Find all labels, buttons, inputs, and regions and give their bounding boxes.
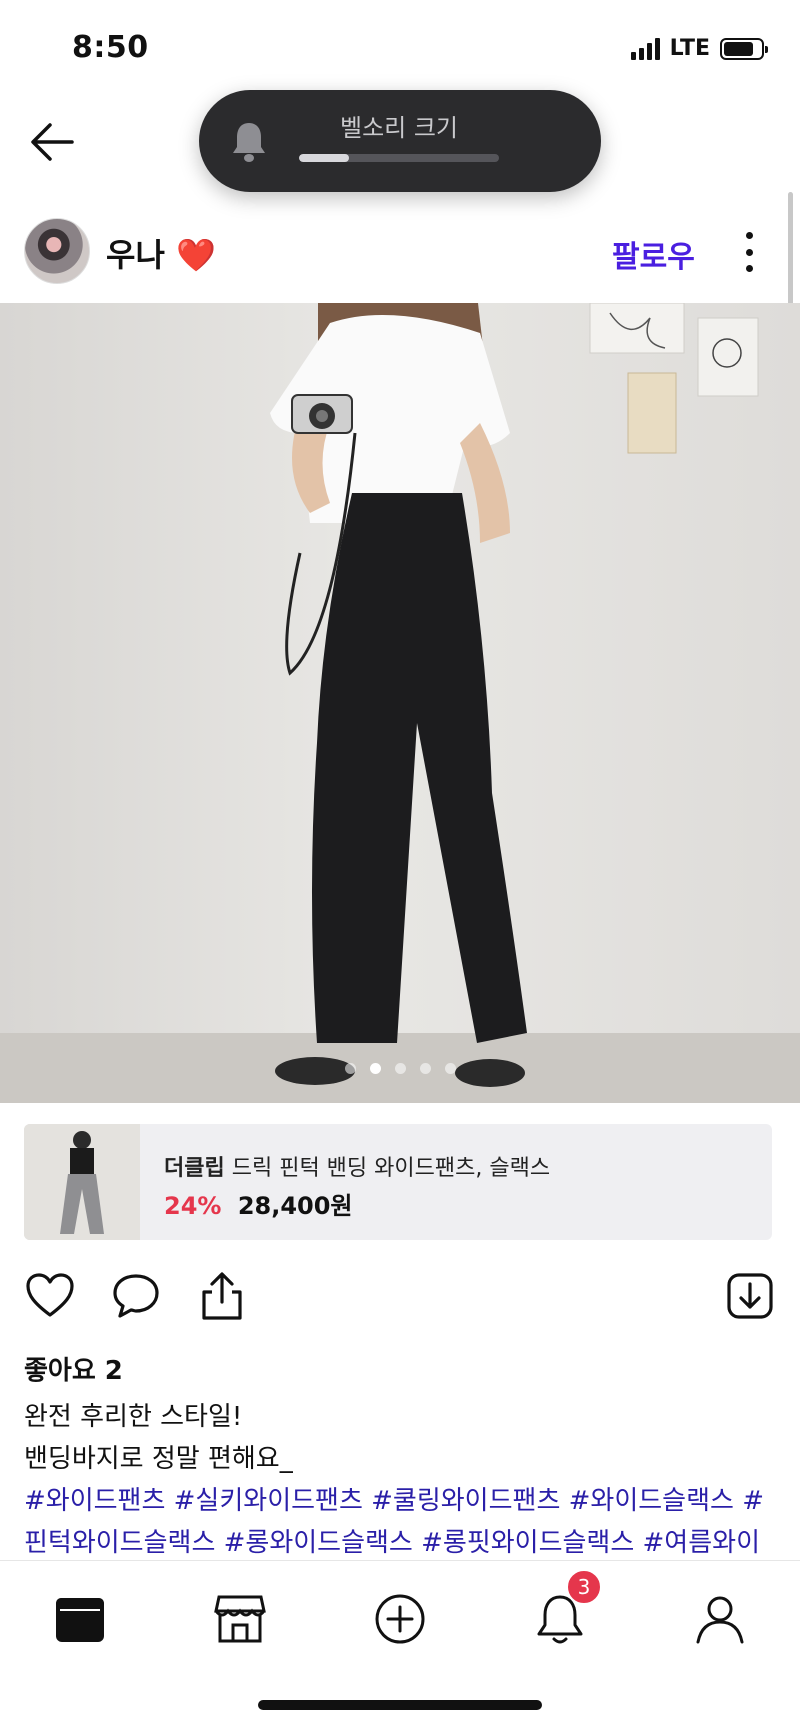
product-title: 더클립 드릭 핀턱 밴딩 와이드팬츠, 슬랙스 bbox=[164, 1150, 550, 1182]
like-count[interactable]: 좋아요 2 bbox=[24, 1350, 123, 1387]
home-indicator bbox=[258, 1700, 542, 1710]
product-price-row: 24% 28,400원 bbox=[164, 1186, 353, 1221]
tab-add[interactable] bbox=[370, 1589, 430, 1649]
comment-icon bbox=[113, 1274, 159, 1318]
scroll-indicator bbox=[788, 192, 793, 310]
network-label: LTE bbox=[669, 36, 710, 61]
tab-store[interactable] bbox=[210, 1589, 270, 1649]
photo-illustration bbox=[0, 303, 800, 1103]
status-right: LTE bbox=[630, 36, 768, 61]
post-actions bbox=[0, 1270, 800, 1330]
more-button[interactable] bbox=[736, 232, 762, 272]
photo-pagination bbox=[0, 1063, 800, 1074]
pagination-dot[interactable] bbox=[419, 1063, 431, 1074]
pagination-dot[interactable] bbox=[344, 1063, 356, 1074]
pagination-dot[interactable] bbox=[394, 1063, 406, 1074]
signal-icon bbox=[630, 37, 660, 60]
username[interactable]: 우나 ❤️ bbox=[106, 230, 216, 276]
pagination-dot[interactable] bbox=[444, 1063, 456, 1074]
product-price: 28,400원 bbox=[237, 1192, 353, 1220]
follow-button[interactable]: 팔로우 bbox=[612, 232, 695, 276]
hashtags-line[interactable]: 핀턱와이드슬랙스 #롱와이드슬랙스 #롱핏와이드슬랙스 #여름와이 bbox=[24, 1522, 784, 1564]
product-brand: 더클립 bbox=[164, 1156, 225, 1181]
post-caption: 완전 후리한 스타일! 밴딩바지로 정말 편해요_ #와이드팬츠 #실키와이드팬… bbox=[24, 1396, 784, 1564]
post-photo[interactable] bbox=[0, 303, 800, 1103]
volume-track bbox=[299, 154, 499, 162]
pagination-dot[interactable] bbox=[369, 1063, 381, 1074]
hashtags-line[interactable]: #와이드팬츠 #실키와이드팬츠 #쿨링와이드팬츠 #와이드슬랙스 # bbox=[24, 1480, 784, 1522]
more-icon bbox=[745, 232, 753, 239]
product-thumbnail bbox=[24, 1124, 140, 1240]
caption-line: 밴딩바지로 정말 편해요_ bbox=[24, 1444, 293, 1474]
comment-button[interactable] bbox=[110, 1270, 162, 1322]
back-arrow-icon bbox=[31, 123, 74, 161]
bell-icon bbox=[233, 123, 265, 162]
avatar[interactable] bbox=[24, 218, 90, 284]
share-icon bbox=[202, 1272, 242, 1320]
post-header: 우나 ❤️ 팔로우 bbox=[0, 210, 800, 300]
caption-line: 완전 후리한 스타일! bbox=[24, 1402, 243, 1432]
product-discount: 24% bbox=[164, 1192, 222, 1220]
volume-fill bbox=[299, 154, 349, 162]
back-button[interactable] bbox=[28, 120, 76, 164]
tab-profile[interactable] bbox=[690, 1589, 750, 1649]
like-button[interactable] bbox=[24, 1270, 76, 1322]
profile-icon bbox=[696, 1596, 744, 1644]
heart-icon bbox=[26, 1273, 74, 1317]
notification-badge: 3 bbox=[566, 1569, 602, 1605]
download-icon bbox=[727, 1273, 773, 1319]
share-button[interactable] bbox=[196, 1270, 248, 1322]
product-card[interactable]: 더클립 드릭 핀턱 밴딩 와이드팬츠, 슬랙스 24% 28,400원 bbox=[24, 1124, 772, 1240]
product-name: 드릭 핀턱 밴딩 와이드팬츠, 슬랙스 bbox=[231, 1156, 551, 1181]
download-button[interactable] bbox=[724, 1270, 776, 1322]
volume-label: 벨소리 크기 bbox=[339, 114, 459, 142]
store-icon bbox=[214, 1595, 266, 1643]
feed-icon bbox=[56, 1598, 104, 1642]
tab-feed[interactable] bbox=[50, 1589, 110, 1649]
status-time: 8:50 bbox=[72, 30, 149, 65]
battery-icon bbox=[720, 37, 768, 60]
volume-hud: 벨소리 크기 bbox=[199, 90, 601, 192]
add-icon bbox=[375, 1594, 425, 1644]
